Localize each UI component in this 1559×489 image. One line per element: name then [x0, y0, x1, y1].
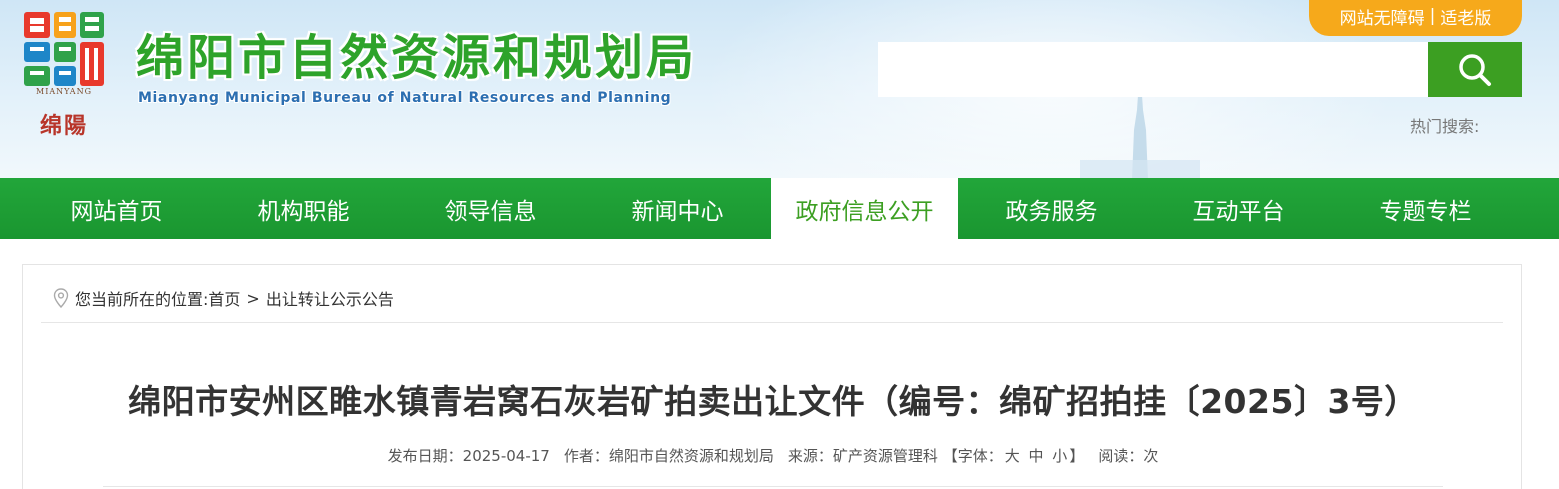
nav-item-gov-info[interactable]: 政府信息公开 — [771, 178, 958, 239]
nav-item-news[interactable]: 新闻中心 — [584, 178, 771, 239]
views-label: 阅读： — [1098, 447, 1144, 465]
main-nav: 网站首页 机构职能 领导信息 新闻中心 政府信息公开 政务服务 互动平台 专题专… — [0, 178, 1559, 239]
source-label: 来源： — [787, 447, 833, 465]
breadcrumb: 您当前所在的位置: 首页 > 出让转让公示公告 — [53, 285, 394, 311]
article-container: 您当前所在的位置: 首页 > 出让转让公示公告 绵阳市安州区睢水镇青岩窝石灰岩矿… — [22, 264, 1522, 489]
breadcrumb-divider — [41, 322, 1503, 323]
site-header: MIANYANG 绵陽 绵阳市自然资源和规划局 Mianyang Municip… — [0, 0, 1559, 178]
nav-item-home[interactable]: 网站首页 — [23, 178, 210, 239]
hot-search-label: 热门搜索: — [1410, 117, 1480, 136]
author-value: 绵阳市自然资源和规划局 — [608, 447, 774, 465]
font-size-label: 【字体： — [942, 447, 1003, 465]
search-button[interactable] — [1428, 42, 1522, 97]
breadcrumb-arrow: > — [246, 288, 260, 308]
logo-emblem-icon — [24, 12, 104, 86]
font-size-medium-button[interactable]: 中 — [1029, 447, 1044, 465]
nav-item-special-topics[interactable]: 专题专栏 — [1332, 178, 1519, 239]
accessibility-separator: | — [1429, 6, 1436, 26]
search-input[interactable] — [878, 42, 1428, 97]
font-size-close: 】 — [1069, 447, 1085, 465]
nav-item-leadership[interactable]: 领导信息 — [397, 178, 584, 239]
meta-divider — [103, 486, 1443, 487]
nav-item-organization[interactable]: 机构职能 — [210, 178, 397, 239]
nav-item-services[interactable]: 政务服务 — [958, 178, 1145, 239]
font-size-small-button[interactable]: 小 — [1052, 447, 1067, 465]
site-title: 绵阳市自然资源和规划局 — [136, 30, 698, 86]
logo-english-text: MIANYANG — [36, 87, 92, 96]
breadcrumb-current-link[interactable]: 出让转让公示公告 — [266, 286, 394, 310]
source-value: 矿产资源管理科 — [832, 447, 938, 465]
publish-date: 2025-04-17 — [462, 447, 550, 465]
elder-mode-link[interactable]: 适老版 — [1440, 4, 1491, 29]
breadcrumb-prefix: 您当前所在的位置: — [75, 290, 209, 309]
barrier-free-link[interactable]: 网站无障碍 — [1340, 4, 1425, 29]
nav-item-interaction[interactable]: 互动平台 — [1145, 178, 1332, 239]
article-meta: 发布日期：2025-04-17 作者：绵阳市自然资源和规划局 来源：矿产资源管理科 … — [23, 445, 1523, 466]
article-title: 绵阳市安州区睢水镇青岩窝石灰岩矿拍卖出让文件（编号：绵矿招拍挂〔2025〕3号） — [128, 382, 1418, 421]
author-label: 作者： — [563, 447, 609, 465]
tower-silhouette-icon — [1080, 90, 1200, 178]
location-pin-icon — [53, 288, 69, 308]
logo-chinese-text: 绵陽 — [39, 113, 88, 139]
site-subtitle: Mianyang Municipal Bureau of Natural Res… — [138, 90, 672, 106]
search-icon — [1459, 53, 1491, 86]
accessibility-bar: 网站无障碍 | 适老版 — [1309, 0, 1522, 36]
font-size-large-button[interactable]: 大 — [1005, 447, 1020, 465]
views-suffix: 次 — [1143, 447, 1159, 465]
date-label: 发布日期： — [387, 447, 463, 465]
breadcrumb-home-link[interactable]: 首页 — [208, 286, 240, 310]
